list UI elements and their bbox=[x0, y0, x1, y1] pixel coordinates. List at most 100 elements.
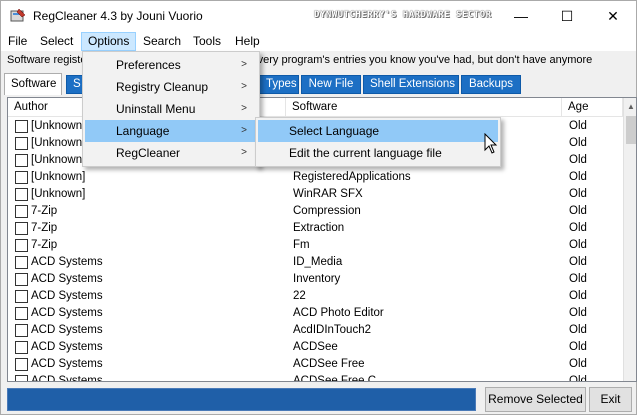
row-checkbox[interactable] bbox=[15, 341, 28, 354]
exit-button[interactable]: Exit bbox=[589, 387, 632, 412]
menu-options[interactable]: Options bbox=[81, 32, 137, 51]
menu-item-edit-language-file[interactable]: Edit the current language file bbox=[258, 142, 498, 164]
row-checkbox[interactable] bbox=[15, 120, 28, 133]
row-checkbox[interactable] bbox=[15, 273, 28, 286]
row-checkbox[interactable] bbox=[15, 375, 28, 381]
table-row[interactable]: ACD Systems AcdIDInTouch2 Old bbox=[8, 322, 623, 339]
cell-age: Old bbox=[569, 120, 587, 132]
minimize-button[interactable]: — bbox=[498, 1, 544, 31]
menu-item-label: Uninstall Menu bbox=[116, 102, 196, 116]
column-age[interactable]: Age bbox=[562, 98, 623, 117]
menu-tools[interactable]: Tools bbox=[187, 32, 227, 51]
cell-author: ACD Systems bbox=[31, 358, 103, 370]
menu-item-label: Preferences bbox=[116, 58, 181, 72]
cell-software: ACD Photo Editor bbox=[293, 307, 384, 319]
cell-author: [Unknown] bbox=[31, 171, 86, 183]
table-row[interactable]: ACD Systems ACDSee Free Old bbox=[8, 356, 623, 373]
options-dropdown: Preferences > Registry Cleanup > Uninstall… bbox=[82, 51, 260, 167]
table-row[interactable]: 7-Zip Compression Old bbox=[8, 203, 623, 220]
table-row[interactable]: 7-Zip Fm Old bbox=[8, 237, 623, 254]
menu-help[interactable]: Help bbox=[229, 32, 266, 51]
cell-author: [Unknown] bbox=[31, 188, 86, 200]
menu-item-preferences[interactable]: Preferences > bbox=[85, 54, 257, 76]
menu-file[interactable]: File bbox=[2, 32, 33, 51]
cell-age: Old bbox=[569, 324, 587, 336]
remove-selected-button[interactable]: Remove Selected bbox=[485, 387, 586, 412]
bottom-bar: Remove Selected Exit bbox=[1, 385, 636, 415]
cell-software: 22 bbox=[293, 290, 306, 302]
row-checkbox[interactable] bbox=[15, 205, 28, 218]
menu-select[interactable]: Select bbox=[34, 32, 79, 51]
cell-software: WinRAR SFX bbox=[293, 188, 363, 200]
vertical-scrollbar[interactable]: ▲ bbox=[623, 98, 636, 381]
menu-search[interactable]: Search bbox=[137, 32, 187, 51]
menu-item-select-language[interactable]: Select Language bbox=[258, 120, 498, 142]
cell-software: ACDSee Free bbox=[293, 358, 365, 370]
cell-age: Old bbox=[569, 273, 587, 285]
menu-item-registry-cleanup[interactable]: Registry Cleanup > bbox=[85, 76, 257, 98]
row-checkbox[interactable] bbox=[15, 239, 28, 252]
submenu-arrow-icon: > bbox=[241, 147, 247, 158]
submenu-arrow-icon: > bbox=[241, 81, 247, 92]
mouse-cursor-icon bbox=[484, 133, 498, 154]
menu-bar: File Select Options Search Tools Help bbox=[1, 31, 636, 51]
scroll-up-arrow-icon[interactable]: ▲ bbox=[624, 98, 636, 115]
title-bar: RegCleaner 4.3 by Jouni Vuorio DYNWUTCHE… bbox=[1, 1, 636, 31]
row-checkbox[interactable] bbox=[15, 307, 28, 320]
menu-item-regcleaner[interactable]: RegCleaner > bbox=[85, 142, 257, 164]
table-row[interactable]: [Unknown] WinRAR SFX Old bbox=[8, 186, 623, 203]
row-checkbox[interactable] bbox=[15, 324, 28, 337]
cell-age: Old bbox=[569, 222, 587, 234]
cell-age: Old bbox=[569, 188, 587, 200]
tab-software[interactable]: Software bbox=[4, 73, 62, 95]
column-software[interactable]: Software bbox=[286, 98, 562, 117]
close-button[interactable]: ✕ bbox=[590, 1, 636, 31]
row-checkbox[interactable] bbox=[15, 137, 28, 150]
menu-item-label: Language bbox=[116, 124, 170, 138]
tab-new-file[interactable]: New File bbox=[301, 75, 361, 94]
language-submenu: Select Language Edit the current languag… bbox=[255, 117, 501, 167]
table-row[interactable]: ACD Systems 22 Old bbox=[8, 288, 623, 305]
table-row[interactable]: ACD Systems ID_Media Old bbox=[8, 254, 623, 271]
tab-types[interactable]: Types bbox=[259, 75, 299, 94]
row-checkbox[interactable] bbox=[15, 154, 28, 167]
tab-shell-extensions[interactable]: Shell Extensions bbox=[363, 75, 459, 94]
cell-age: Old bbox=[569, 239, 587, 251]
table-row[interactable]: ACD Systems ACDSee Old bbox=[8, 339, 623, 356]
cell-software: ID_Media bbox=[293, 256, 343, 268]
cell-software: Compression bbox=[293, 205, 361, 217]
cell-software: Inventory bbox=[293, 273, 341, 285]
cell-age: Old bbox=[569, 137, 587, 149]
cell-author: 7-Zip bbox=[31, 222, 58, 234]
cell-age: Old bbox=[569, 290, 587, 302]
menu-item-label: Registry Cleanup bbox=[116, 80, 209, 94]
cell-author: 7-Zip bbox=[31, 239, 58, 251]
row-checkbox[interactable] bbox=[15, 222, 28, 235]
cell-author: ACD Systems bbox=[31, 341, 103, 353]
table-row[interactable]: ACD Systems Inventory Old bbox=[8, 271, 623, 288]
submenu-arrow-icon: > bbox=[241, 125, 247, 136]
row-checkbox[interactable] bbox=[15, 171, 28, 184]
submenu-arrow-icon: > bbox=[241, 103, 247, 114]
table-row[interactable]: 7-Zip Extraction Old bbox=[8, 220, 623, 237]
cell-author: ACD Systems bbox=[31, 290, 103, 302]
submenu-arrow-icon: > bbox=[241, 59, 247, 70]
tab-backups[interactable]: Backups bbox=[461, 75, 521, 94]
cell-author: ACD Systems bbox=[31, 307, 103, 319]
table-row[interactable]: [Unknown] RegisteredApplications Old bbox=[8, 169, 623, 186]
row-checkbox[interactable] bbox=[15, 290, 28, 303]
cell-software: ACDSee bbox=[293, 341, 338, 353]
scroll-thumb[interactable] bbox=[626, 116, 636, 144]
row-checkbox[interactable] bbox=[15, 358, 28, 371]
window-title: RegCleaner 4.3 by Jouni Vuorio bbox=[33, 9, 203, 23]
cell-author: ACD Systems bbox=[31, 273, 103, 285]
table-row[interactable]: ACD Systems ACD Photo Editor Old bbox=[8, 305, 623, 322]
menu-item-uninstall-menu[interactable]: Uninstall Menu > bbox=[85, 98, 257, 120]
cell-software: ACDSee Free C... bbox=[293, 375, 386, 382]
row-checkbox[interactable] bbox=[15, 188, 28, 201]
menu-item-label: RegCleaner bbox=[116, 146, 181, 160]
menu-item-language[interactable]: Language > bbox=[85, 120, 257, 142]
maximize-button[interactable]: ☐ bbox=[544, 1, 590, 31]
table-row[interactable]: ACD Systems ACDSee Free C... Old bbox=[8, 373, 623, 382]
row-checkbox[interactable] bbox=[15, 256, 28, 269]
